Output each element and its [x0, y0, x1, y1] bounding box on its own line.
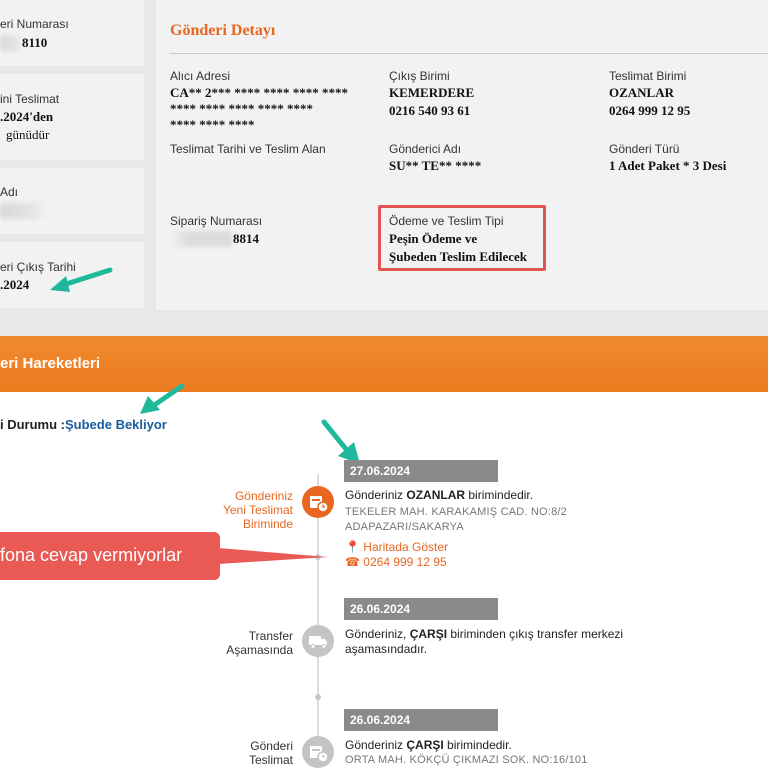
exit-date-value: .2024 — [0, 277, 30, 292]
highlight-box — [378, 205, 546, 271]
delivery-sub: günüdür — [6, 127, 50, 142]
name-card: Adı — [0, 168, 144, 234]
shipment-number-label: eri Numarası — [0, 17, 69, 31]
recipient-address-line: **** **** **** — [170, 117, 255, 132]
shipment-type-label: Gönderi Türü — [609, 142, 680, 156]
branch-clock-icon — [302, 736, 334, 768]
status-value-link[interactable]: Şubede Bekliyor — [65, 417, 167, 432]
event-address-line: TEKELER MAH. KARAKAMIŞ CAD. NO:8/2 — [345, 506, 567, 518]
event-title-line: Gönderi — [250, 739, 293, 753]
delivery-value: .2024'den — [0, 109, 54, 124]
event-address-line: ORTA MAH. KÖKÇÜ ÇIKMAZI SOK. NO:16/101 — [345, 754, 588, 766]
timeline-dot — [315, 694, 321, 700]
event-date: 26.06.2024 — [344, 598, 498, 620]
event-address-line: ADAPAZARI/SAKARYA — [345, 521, 464, 533]
recipient-address-line: **** **** **** **** **** — [170, 101, 313, 116]
redacted-text — [170, 231, 232, 247]
delivery-date-label: Teslimat Tarihi ve Teslim Alan — [170, 142, 326, 156]
exit-unit-phone: 0216 540 93 61 — [389, 103, 471, 118]
status-label: i Durumu : — [0, 417, 65, 432]
event-text-post: biriminden çıkış transfer merkezi — [447, 627, 624, 641]
event-text-post: birimindedir. — [443, 738, 512, 752]
event-title: Gönderiniz Yeni Teslimat Biriminde — [223, 489, 293, 531]
order-number-label: Sipariş Numarası — [170, 214, 263, 228]
event-text: Gönderiniz ÇARŞI birimindedir. — [345, 738, 512, 752]
event-date: 27.06.2024 — [344, 460, 498, 482]
annotation-arrow — [140, 383, 185, 414]
delivery-card: ini Teslimat .2024'den günüdür — [0, 74, 144, 160]
event-text-unit: OZANLAR — [406, 488, 466, 502]
delivery-unit-name: OZANLAR — [609, 85, 675, 100]
event-text-pre: Gönderiniz — [345, 488, 407, 502]
delivery-unit-label: Teslimat Birimi — [609, 69, 687, 83]
event-text-pre: Gönderiniz — [345, 738, 407, 752]
branch-clock-icon — [302, 486, 334, 518]
timeline-line — [317, 474, 319, 768]
delivery-label: ini Teslimat — [0, 92, 60, 106]
sender-value: SU** TE** **** — [389, 158, 482, 173]
event-date: 26.06.2024 — [344, 709, 498, 731]
phone-link-label: 0264 999 12 95 — [363, 555, 447, 569]
phone-icon: ☎ — [345, 555, 360, 569]
event-title-line: Biriminde — [242, 517, 293, 531]
redacted-text — [0, 203, 46, 219]
event-title: Gönderi Teslimat — [249, 739, 293, 767]
map-link-label: Haritada Göster — [363, 540, 448, 554]
movements-title: eri Hareketleri — [0, 355, 101, 372]
shipment-detail-panel: Gönderi Detayı Alıcı Adresi CA** 2*** **… — [156, 0, 768, 310]
event-text-line2: aşamasındadır. — [345, 642, 428, 656]
event-text-post: birimindedir. — [465, 488, 534, 502]
delivery-unit-phone: 0264 999 12 95 — [609, 103, 691, 118]
detail-title: Gönderi Detayı — [170, 22, 276, 39]
shipment-number-value: 8110 — [22, 35, 48, 50]
annotation-callout: fona cevap vermiyorlar — [0, 532, 220, 580]
shipment-type-value: 1 Adet Paket * 3 Desi — [609, 158, 727, 173]
event-text-pre: Gönderiniz, — [345, 627, 410, 641]
recipient-address-line: CA** 2*** **** **** **** **** — [170, 85, 349, 100]
event-text: Gönderiniz, ÇARŞI biriminden çıkış trans… — [345, 627, 623, 641]
recipient-address-label: Alıcı Adresi — [170, 69, 231, 83]
redacted-text — [0, 35, 22, 51]
annotation-arrow — [50, 267, 113, 292]
event-title-line: Teslimat — [248, 753, 293, 767]
event-title-line: Yeni Teslimat — [222, 503, 293, 517]
exit-unit-label: Çıkış Birimi — [389, 69, 450, 83]
order-number-value: 8814 — [233, 231, 259, 246]
exit-unit-name: KEMERDERE — [389, 85, 475, 100]
movements-header: eri Hareketleri — [0, 336, 768, 392]
callout-text: fona cevap vermiyorlar — [0, 545, 183, 565]
name-label: Adı — [0, 185, 19, 199]
event-title: Transfer Aşamasında — [226, 629, 293, 657]
shipment-status: i Durumu :Şubede Bekliyor — [0, 417, 167, 432]
sender-label: Gönderici Adı — [389, 142, 462, 156]
map-link[interactable]: 📍 Haritada Göster — [345, 540, 448, 554]
event-title-line: Aşamasında — [226, 643, 293, 657]
callout-pointer — [218, 548, 328, 564]
event-title-line: Gönderiniz — [234, 489, 293, 503]
map-pin-icon: 📍 — [345, 540, 360, 554]
divider — [170, 53, 768, 54]
shipment-number-card: eri Numarası 8110 — [0, 0, 144, 66]
event-text: Gönderiniz OZANLAR birimindedir. — [345, 488, 533, 502]
transfer-truck-icon — [302, 625, 334, 657]
event-text-unit: ÇARŞI — [409, 627, 448, 641]
phone-link[interactable]: ☎ 0264 999 12 95 — [345, 555, 447, 569]
event-text-unit: ÇARŞI — [406, 738, 444, 752]
event-title-line: Transfer — [248, 629, 293, 643]
